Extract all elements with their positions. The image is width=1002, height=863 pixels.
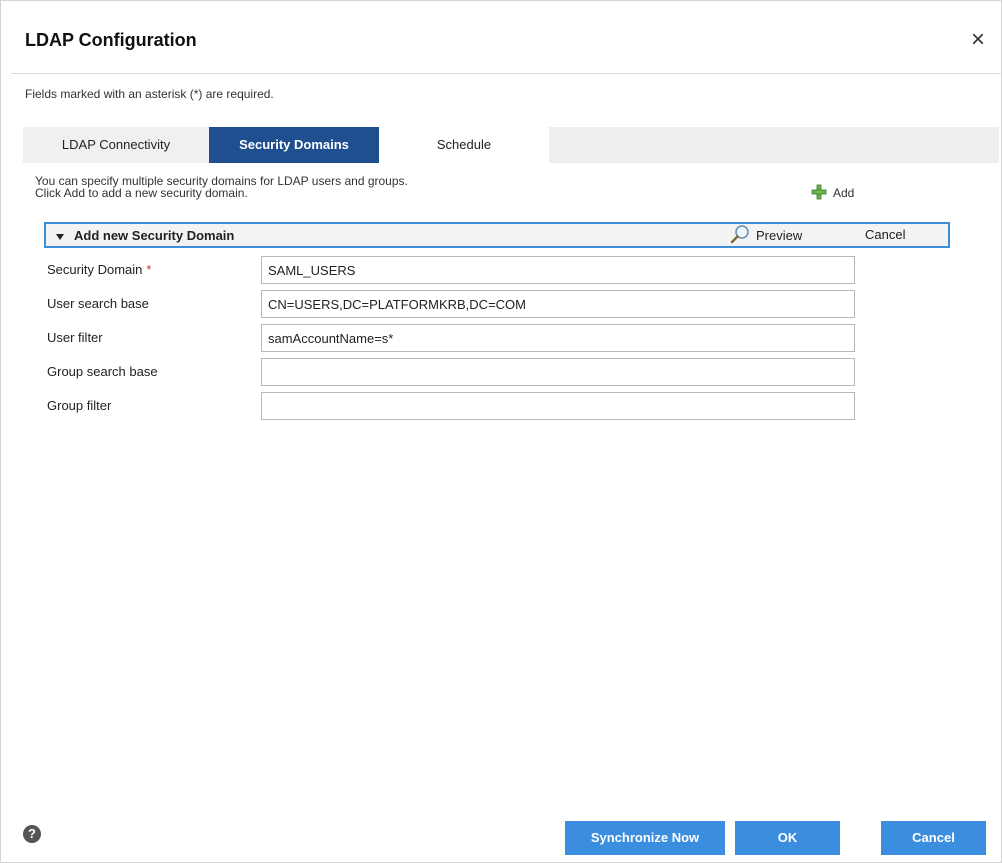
ok-button[interactable]: OK	[735, 821, 840, 855]
tab-ldap-connectivity[interactable]: LDAP Connectivity	[23, 127, 209, 163]
tab-strip: LDAP Connectivity Security Domains Sched…	[23, 127, 999, 163]
dialog-footer: ? Synchronize Now OK Cancel	[1, 807, 1001, 862]
cancel-button[interactable]: Cancel	[881, 821, 986, 855]
tab-schedule[interactable]: Schedule	[379, 127, 549, 163]
info-text: You can specify multiple security domain…	[35, 175, 408, 199]
section-title: Add new Security Domain	[74, 228, 235, 243]
plus-icon	[811, 184, 827, 203]
dialog-titlebar: LDAP Configuration ×	[1, 1, 1001, 81]
user-filter-input[interactable]	[261, 324, 855, 352]
security-domain-input[interactable]	[261, 256, 855, 284]
user-filter-label: User filter	[47, 330, 103, 345]
group-filter-input[interactable]	[261, 392, 855, 420]
field-row-group-filter: Group filter	[47, 392, 857, 420]
magnifier-icon	[730, 224, 750, 247]
group-search-base-label: Group search base	[47, 364, 158, 379]
close-icon[interactable]: ×	[965, 27, 991, 53]
security-domain-label: Security Domain *	[47, 262, 152, 277]
dialog-title: LDAP Configuration	[25, 30, 197, 50]
user-search-base-input[interactable]	[261, 290, 855, 318]
title-divider	[11, 73, 1001, 74]
group-search-base-input[interactable]	[261, 358, 855, 386]
required-fields-note: Fields marked with an asterisk (*) are r…	[25, 87, 274, 101]
synchronize-now-button[interactable]: Synchronize Now	[565, 821, 725, 855]
user-search-base-label: User search base	[47, 296, 149, 311]
required-asterisk: *	[146, 262, 152, 277]
ldap-config-dialog: LDAP Configuration × Fields marked with …	[0, 0, 1002, 863]
section-cancel-link[interactable]: Cancel	[865, 227, 905, 242]
field-row-user-filter: User filter	[47, 324, 857, 352]
caret-down-icon	[56, 233, 64, 240]
field-row-user-search-base: User search base	[47, 290, 857, 318]
add-button-label: Add	[833, 186, 855, 200]
security-domain-section-header: Add new Security Domain Preview Cancel	[44, 222, 950, 248]
field-row-group-search-base: Group search base	[47, 358, 857, 386]
preview-label: Preview	[756, 227, 803, 243]
help-icon[interactable]: ?	[23, 825, 41, 843]
field-row-security-domain: Security Domain *	[47, 256, 857, 284]
preview-button[interactable]: Preview	[730, 224, 803, 247]
group-filter-label: Group filter	[47, 398, 112, 413]
section-collapse-toggle[interactable]: Add new Security Domain	[56, 228, 234, 243]
info-line-2: Click Add to add a new security domain.	[35, 186, 248, 200]
add-button[interactable]: Add	[811, 184, 855, 203]
tab-security-domains[interactable]: Security Domains	[209, 127, 379, 163]
